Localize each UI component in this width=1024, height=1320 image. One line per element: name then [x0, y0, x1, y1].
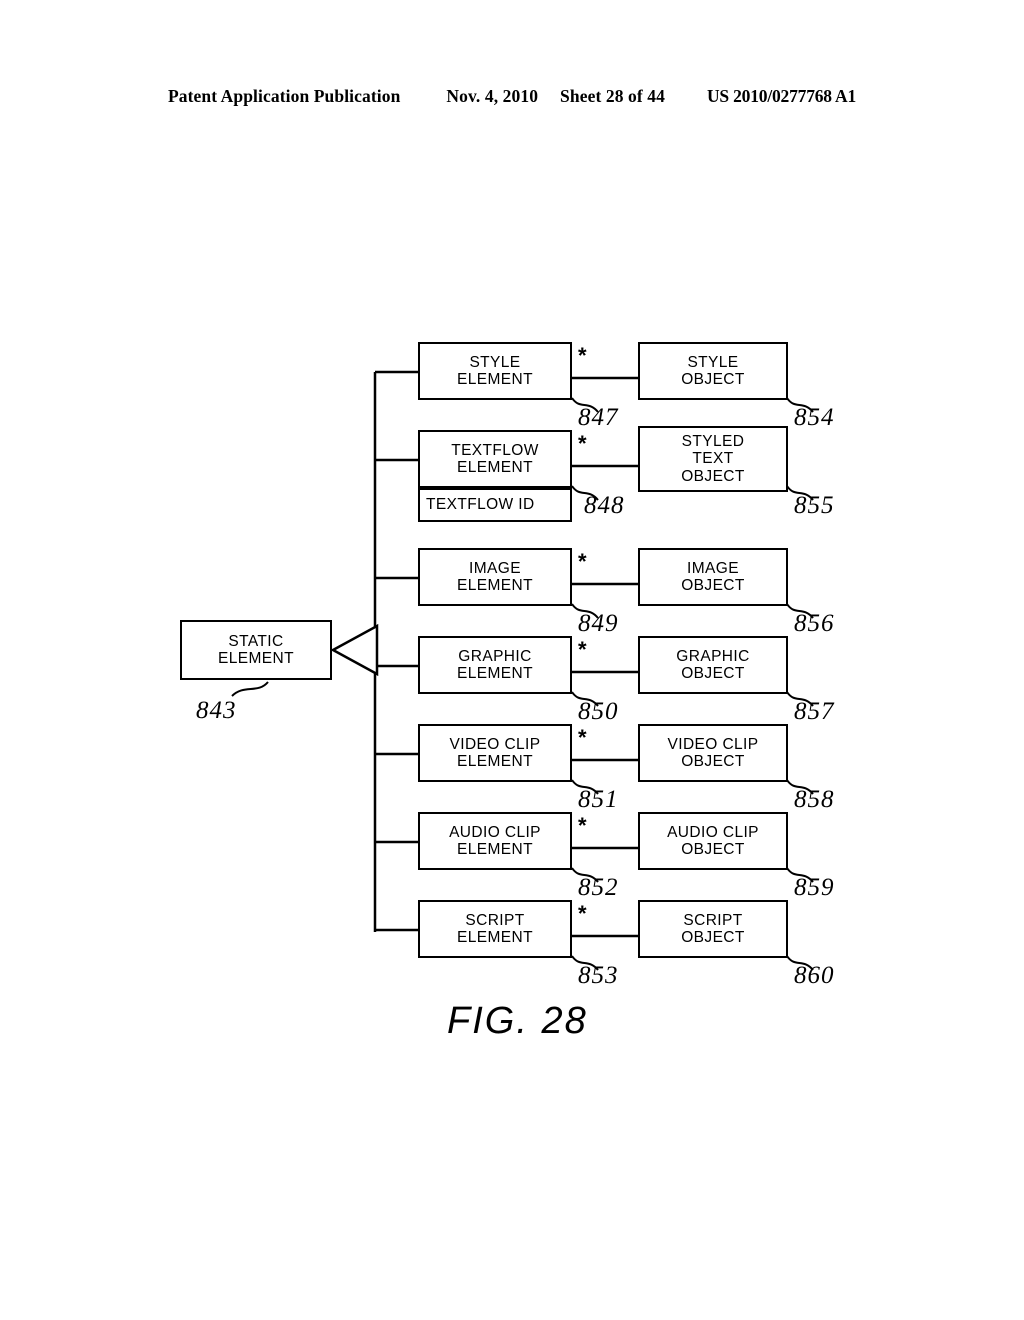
- node-textflow-element-line-1: ELEMENT: [456, 459, 533, 476]
- node-audio-clip-element[interactable]: AUDIO CLIP ELEMENT: [418, 812, 572, 870]
- leader-843: [231, 681, 269, 697]
- node-graphic-object-line-0: GRAPHIC: [676, 647, 750, 665]
- node-image-element[interactable]: IMAGE ELEMENT: [418, 548, 572, 606]
- refnum-848: 848: [584, 492, 625, 519]
- refnum-852: 852: [578, 874, 619, 901]
- node-script-element[interactable]: SCRIPT ELEMENT: [418, 900, 572, 958]
- node-audio-clip-element-line-0: AUDIO CLIP: [449, 823, 541, 841]
- node-image-element-line-0: IMAGE: [469, 559, 521, 577]
- multiplicity-textflow: *: [578, 431, 587, 456]
- node-video-clip-element[interactable]: VIDEO CLIP ELEMENT: [418, 724, 572, 782]
- node-styled-text-object-line-2: OBJECT: [681, 467, 745, 485]
- node-style-object[interactable]: STYLE OBJECT: [638, 342, 788, 400]
- node-script-object[interactable]: SCRIPT OBJECT: [638, 900, 788, 958]
- node-script-element-line-0: SCRIPT: [465, 911, 525, 929]
- node-script-element-line-1: ELEMENT: [456, 929, 533, 946]
- node-graphic-object[interactable]: GRAPHIC OBJECT: [638, 636, 788, 694]
- refnum-856: 856: [794, 610, 835, 637]
- node-styled-text-object-line-1: TEXT: [692, 450, 734, 468]
- multiplicity-image: *: [578, 549, 587, 574]
- node-image-object[interactable]: IMAGE OBJECT: [638, 548, 788, 606]
- node-graphic-element[interactable]: GRAPHIC ELEMENT: [418, 636, 572, 694]
- multiplicity-graphic: *: [578, 637, 587, 662]
- node-style-object-line-0: STYLE: [687, 353, 739, 371]
- node-graphic-element-line-1: ELEMENT: [456, 665, 533, 682]
- refnum-843: 843: [196, 697, 237, 724]
- refnum-849: 849: [578, 610, 619, 637]
- refnum-859: 859: [794, 874, 835, 901]
- multiplicity-script: *: [578, 901, 587, 926]
- node-static-element-line-0: STATIC: [228, 632, 284, 650]
- uml-class-diagram: STATIC ELEMENT 843 STYLE ELEMENT * STYLE…: [0, 0, 1024, 1320]
- refnum-851: 851: [578, 786, 619, 813]
- multiplicity-video-clip: *: [578, 725, 587, 750]
- multiplicity-style: *: [578, 343, 587, 368]
- node-styled-text-object[interactable]: STYLED TEXT OBJECT: [638, 426, 788, 492]
- node-textflow-element-line-0: TEXTFLOW: [451, 441, 539, 459]
- node-video-clip-object-line-1: OBJECT: [681, 753, 745, 770]
- node-audio-clip-object-line-1: OBJECT: [681, 841, 745, 858]
- node-image-object-line-1: OBJECT: [681, 577, 745, 594]
- node-textflow-element-attribute: TEXTFLOW ID: [418, 488, 572, 522]
- node-image-element-line-1: ELEMENT: [456, 577, 533, 594]
- refnum-847: 847: [578, 404, 619, 431]
- figure-caption: FIG. 28: [447, 1000, 588, 1042]
- node-styled-text-object-line-0: STYLED: [681, 432, 745, 450]
- node-style-element-line-1: ELEMENT: [456, 371, 533, 388]
- refnum-853: 853: [578, 962, 619, 989]
- node-video-clip-element-line-0: VIDEO CLIP: [449, 735, 541, 753]
- node-audio-clip-element-line-1: ELEMENT: [456, 841, 533, 858]
- multiplicity-audio-clip: *: [578, 813, 587, 838]
- node-video-clip-element-line-1: ELEMENT: [456, 753, 533, 770]
- node-textflow-element[interactable]: TEXTFLOW ELEMENT: [418, 430, 572, 488]
- node-style-element[interactable]: STYLE ELEMENT: [418, 342, 572, 400]
- refnum-857: 857: [794, 698, 835, 725]
- refnum-854: 854: [794, 404, 835, 431]
- node-script-object-line-1: OBJECT: [681, 929, 745, 946]
- refnum-855: 855: [794, 492, 835, 519]
- node-style-object-line-1: OBJECT: [681, 371, 745, 388]
- node-graphic-element-line-0: GRAPHIC: [458, 647, 532, 665]
- node-video-clip-object[interactable]: VIDEO CLIP OBJECT: [638, 724, 788, 782]
- node-audio-clip-object[interactable]: AUDIO CLIP OBJECT: [638, 812, 788, 870]
- node-style-element-line-0: STYLE: [469, 353, 521, 371]
- node-static-element[interactable]: STATIC ELEMENT: [180, 620, 332, 680]
- node-video-clip-object-line-0: VIDEO CLIP: [667, 735, 759, 753]
- node-audio-clip-object-line-0: AUDIO CLIP: [667, 823, 759, 841]
- node-static-element-line-1: ELEMENT: [217, 650, 294, 667]
- refnum-850: 850: [578, 698, 619, 725]
- node-script-object-line-0: SCRIPT: [683, 911, 743, 929]
- refnum-860: 860: [794, 962, 835, 989]
- node-image-object-line-0: IMAGE: [687, 559, 739, 577]
- refnum-858: 858: [794, 786, 835, 813]
- generalization-arrowhead: [330, 623, 379, 677]
- node-graphic-object-line-1: OBJECT: [681, 665, 745, 682]
